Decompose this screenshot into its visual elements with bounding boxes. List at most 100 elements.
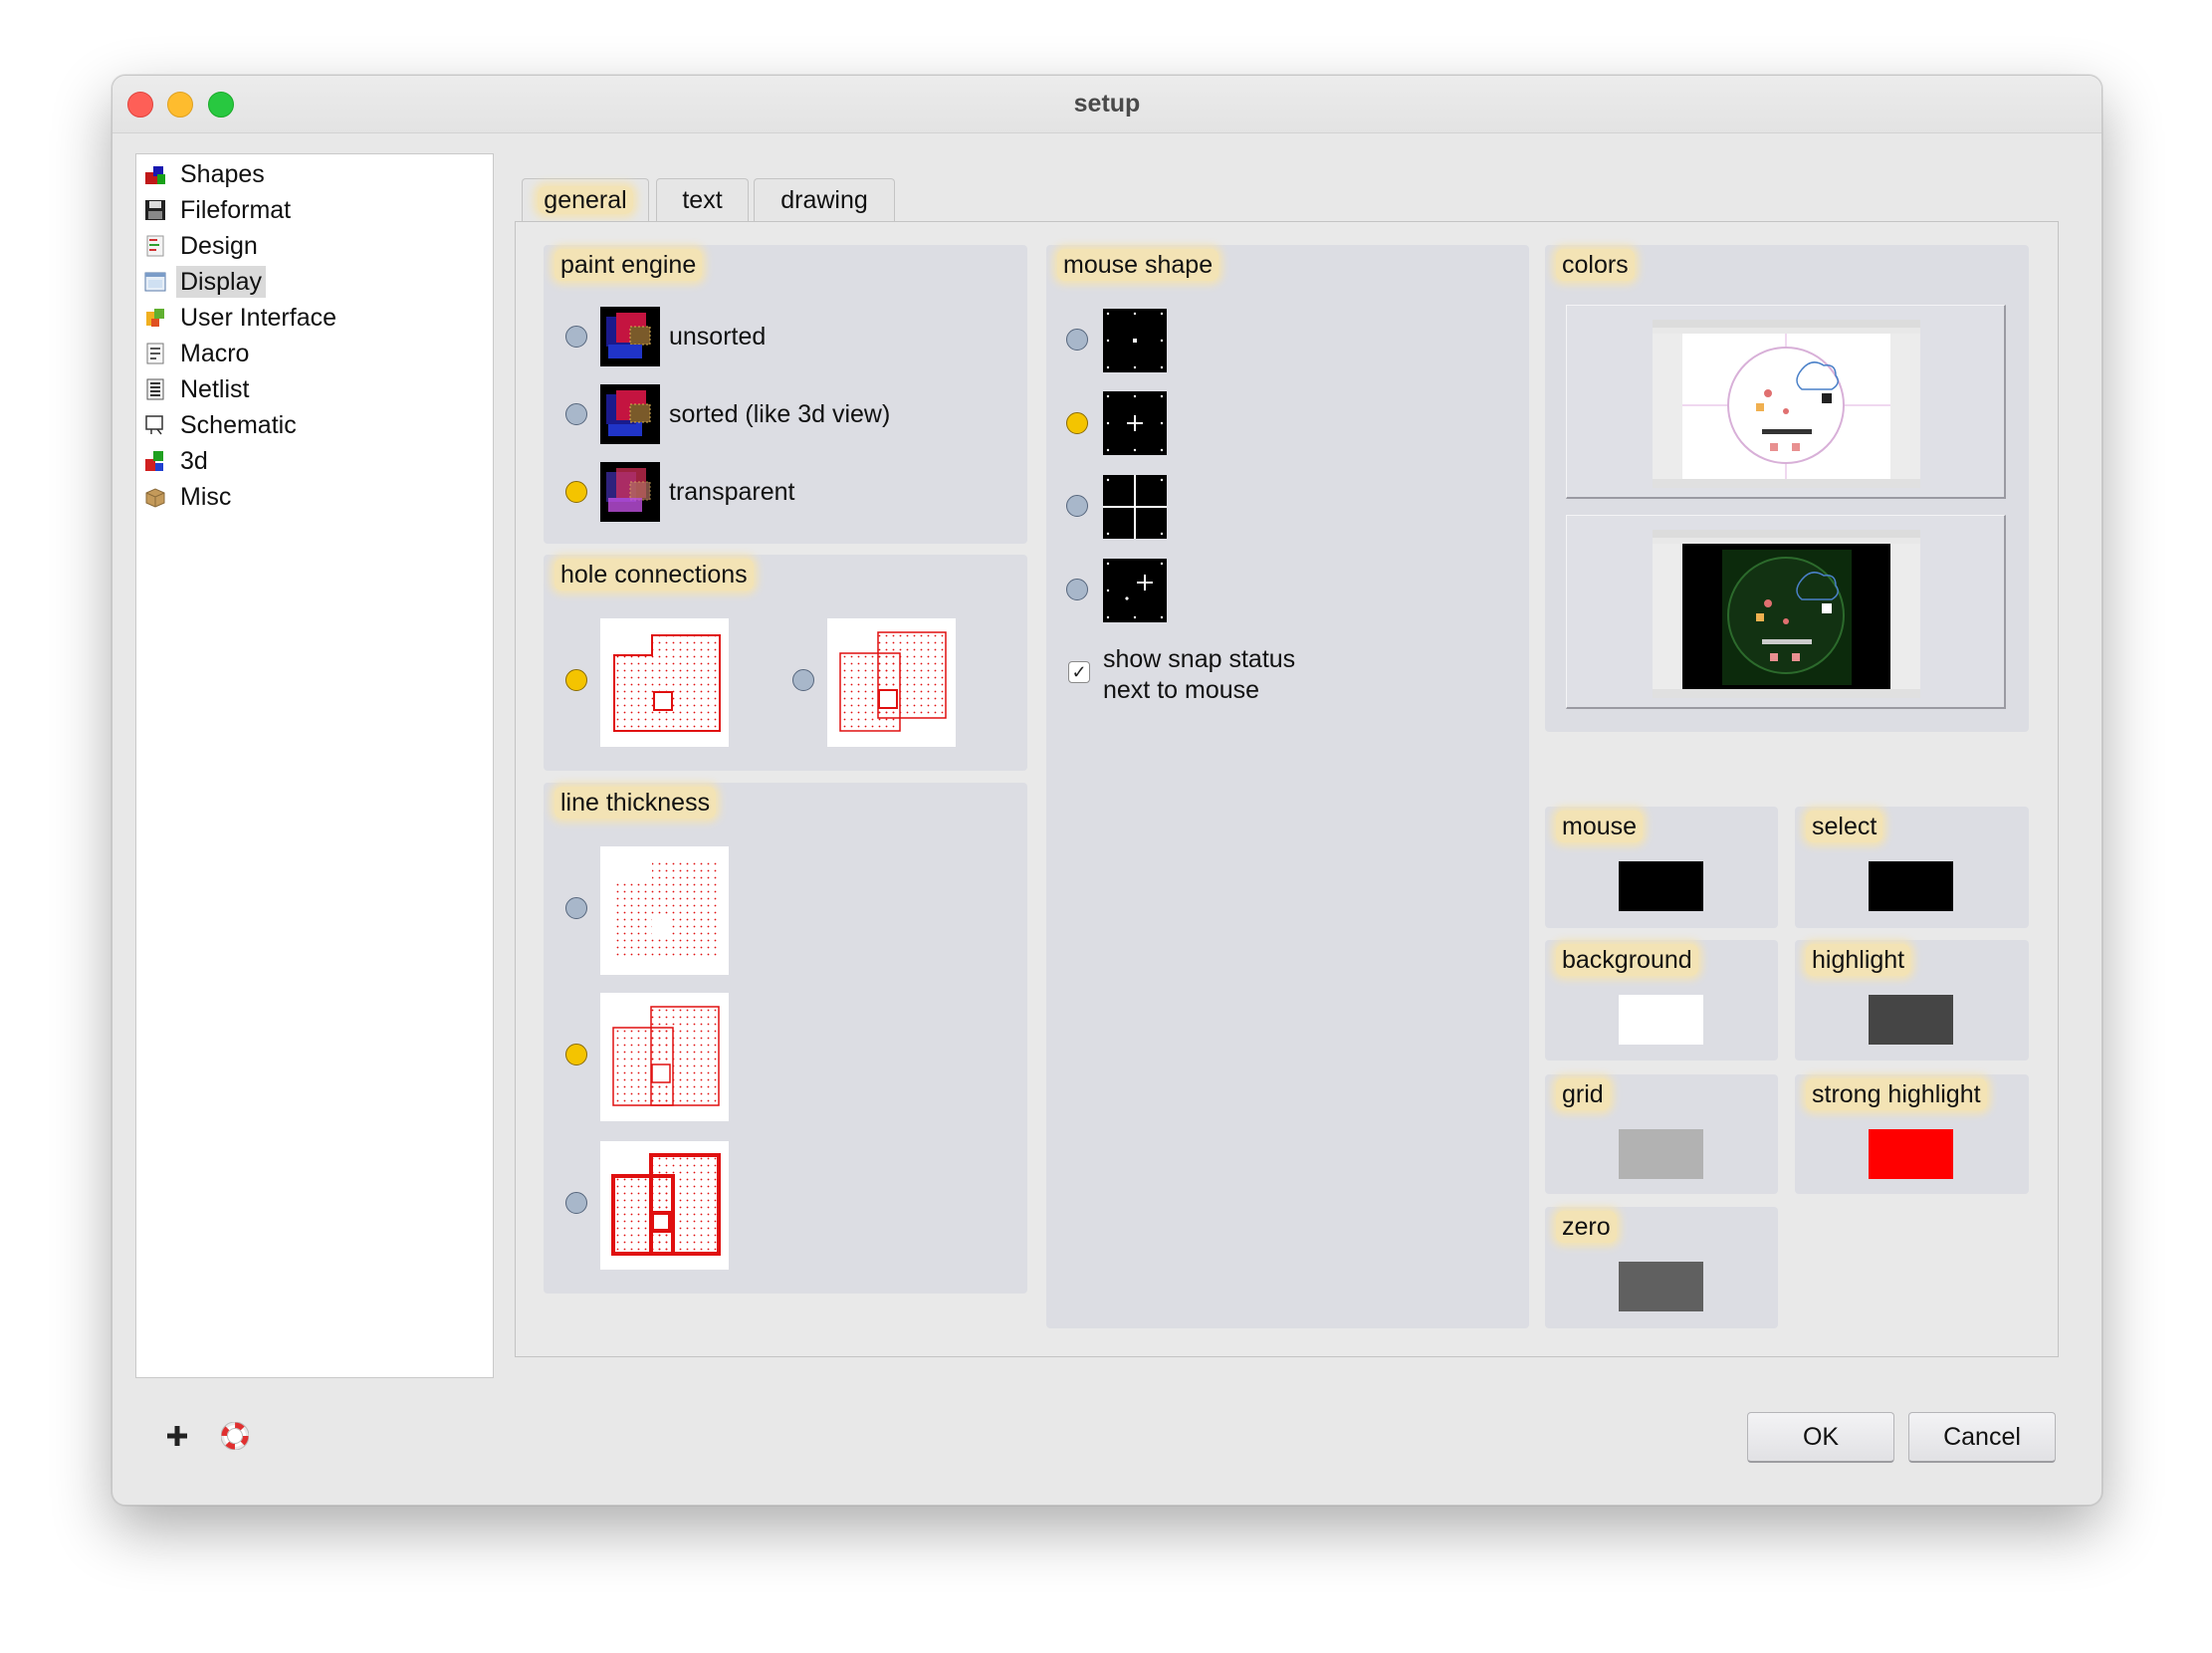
sidebar-item-misc[interactable]: Misc [136, 479, 493, 515]
grid-color-box: grid [1545, 1074, 1778, 1194]
group-title: colors [1556, 249, 1635, 281]
dark-theme-preview-icon [1653, 530, 1920, 698]
group-title: line thickness [554, 787, 717, 819]
line-thickness-group: line thickness [544, 783, 1027, 1294]
line-thick-icon [600, 1141, 729, 1270]
sidebar-item-user-interface[interactable]: User Interface [136, 300, 493, 336]
select-color-swatch[interactable] [1869, 861, 1953, 911]
sidebar-item-schematic[interactable]: Schematic [136, 407, 493, 443]
plus-icon[interactable] [163, 1422, 191, 1450]
tab-drawing[interactable]: drawing [754, 178, 895, 222]
sidebar-item-label: Schematic [180, 411, 297, 439]
strong-highlight-color-swatch[interactable] [1869, 1129, 1953, 1179]
sidebar-item-label: 3d [180, 447, 208, 475]
sidebar-item-label: Netlist [180, 375, 250, 403]
light-theme-preset-button[interactable] [1566, 305, 2006, 499]
cancel-button[interactable]: Cancel [1908, 1412, 2056, 1463]
sidebar-item-display[interactable]: Display [136, 264, 493, 300]
line-thin-radio[interactable] [565, 1044, 587, 1065]
paint-transparent-icon [600, 462, 660, 522]
tab-label: drawing [780, 186, 868, 214]
settings-category-list[interactable]: Shapes Fileformat Design Display User In… [135, 153, 494, 1378]
hole-connected-radio[interactable] [565, 669, 587, 691]
zero-color-box: zero [1545, 1207, 1778, 1328]
lifebuoy-icon[interactable] [221, 1422, 249, 1450]
swatch-label: grid [1556, 1078, 1610, 1110]
mouse-color-box: mouse [1545, 807, 1778, 928]
show-snap-status-checkbox[interactable]: ✓ [1068, 661, 1090, 683]
paint-unsorted-radio[interactable] [565, 326, 587, 348]
zero-color-swatch[interactable] [1619, 1262, 1703, 1311]
swatch-label: highlight [1806, 944, 1911, 976]
misc-box-icon [145, 488, 165, 508]
select-color-box: select [1795, 807, 2029, 928]
hole-separate-icon [827, 618, 956, 747]
paint-transparent-radio[interactable] [565, 481, 587, 503]
cursor-dot-radio[interactable] [1066, 329, 1088, 351]
tab-general[interactable]: general [522, 178, 649, 222]
design-icon [146, 235, 164, 257]
display-icon [144, 272, 166, 292]
line-thick-radio[interactable] [565, 1192, 587, 1214]
highlight-color-box: highlight [1795, 940, 2029, 1061]
schematic-icon [145, 415, 163, 435]
cursor-offset-cross-icon [1103, 559, 1167, 622]
floppy-disk-icon [145, 200, 165, 220]
cursor-dot-icon [1103, 309, 1167, 372]
show-snap-status-label[interactable]: show snap status next to mouse [1103, 644, 1295, 706]
sidebar-item-design[interactable]: Design [136, 228, 493, 264]
grid-color-swatch[interactable] [1619, 1129, 1703, 1179]
tab-label: text [682, 186, 723, 214]
sidebar-item-3d[interactable]: 3d [136, 443, 493, 479]
paint-sorted-label[interactable]: sorted (like 3d view) [669, 398, 890, 430]
snap-status-line-1: show snap status [1103, 645, 1296, 673]
highlight-color-swatch[interactable] [1869, 995, 1953, 1045]
hole-separate-radio[interactable] [792, 669, 814, 691]
sidebar-item-shapes[interactable]: Shapes [136, 156, 493, 192]
hole-connections-group: hole connections [544, 555, 1027, 771]
colors-group: colors [1545, 245, 2029, 732]
line-none-radio[interactable] [565, 897, 587, 919]
user-interface-icon [146, 309, 164, 327]
tab-panel-general: paint engine unsorted sorted (like 3d vi… [515, 221, 2059, 1357]
paint-sorted-radio[interactable] [565, 403, 587, 425]
sidebar-item-netlist[interactable]: Netlist [136, 371, 493, 407]
cursor-small-cross-radio[interactable] [1066, 412, 1088, 434]
sidebar-item-label: Misc [180, 483, 232, 511]
mouse-shape-group: mouse shape ✓ show snap status next to m… [1046, 245, 1529, 1328]
swatch-label: strong highlight [1806, 1078, 1987, 1110]
sidebar-item-label: User Interface [180, 304, 337, 332]
paint-transparent-label[interactable]: transparent [669, 476, 794, 508]
cursor-full-crosshair-radio[interactable] [1066, 495, 1088, 517]
line-none-icon [600, 846, 729, 975]
background-color-swatch[interactable] [1619, 995, 1703, 1045]
3d-icon [145, 451, 163, 471]
swatch-label: background [1556, 944, 1698, 976]
macro-icon [146, 343, 164, 364]
ok-button[interactable]: OK [1747, 1412, 1894, 1463]
sidebar-item-label: Macro [180, 340, 250, 367]
title-bar: setup [112, 76, 2101, 133]
sidebar-item-label: Fileformat [180, 196, 292, 224]
dark-theme-preset-button[interactable] [1566, 515, 2006, 709]
tab-text[interactable]: text [656, 178, 749, 222]
cursor-full-crosshair-icon [1103, 475, 1167, 539]
strong-highlight-color-box: strong highlight [1795, 1074, 2029, 1194]
sidebar-item-macro[interactable]: Macro [136, 336, 493, 371]
light-theme-preview-icon [1653, 320, 1920, 488]
cursor-offset-cross-radio[interactable] [1066, 579, 1088, 600]
group-title: mouse shape [1057, 249, 1219, 281]
hole-connected-icon [600, 618, 729, 747]
sidebar-item-fileformat[interactable]: Fileformat [136, 192, 493, 228]
sidebar-item-label: Shapes [180, 160, 265, 188]
group-title: hole connections [554, 559, 754, 590]
swatch-label: mouse [1556, 811, 1644, 842]
paint-unsorted-label[interactable]: unsorted [669, 321, 766, 353]
window-title: setup [1073, 90, 1141, 118]
line-thin-icon [600, 993, 729, 1121]
tab-label: general [538, 186, 633, 214]
mouse-color-swatch[interactable] [1619, 861, 1703, 911]
swatch-label: select [1806, 811, 1883, 842]
sidebar-item-label: Design [180, 232, 258, 260]
netlist-icon [146, 378, 164, 400]
